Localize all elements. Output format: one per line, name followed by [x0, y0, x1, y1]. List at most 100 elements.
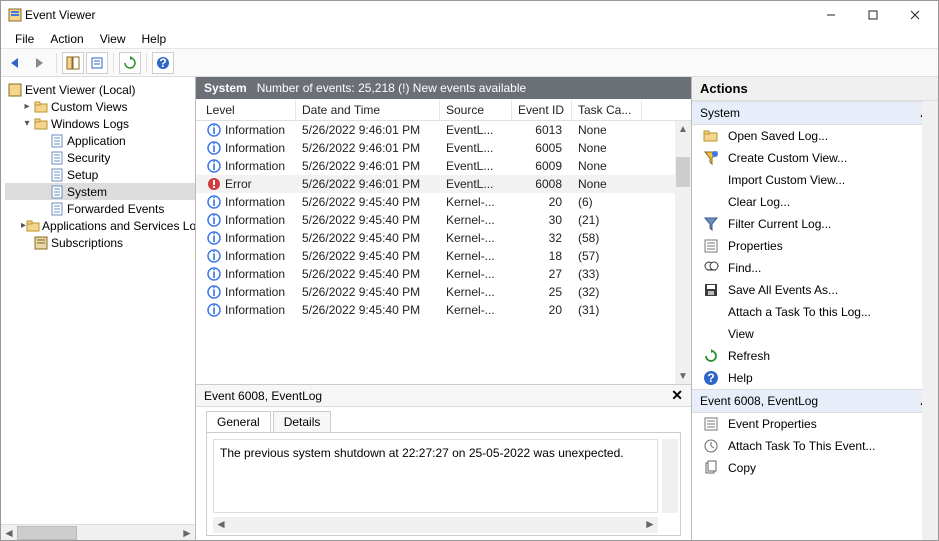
event-row[interactable]: iInformation5/26/2022 9:45:40 PMKernel-.… — [196, 301, 691, 319]
tree-item-security[interactable]: ·Security — [5, 149, 195, 166]
folder-open-icon — [702, 127, 720, 145]
save-icon — [702, 281, 720, 299]
tree-item-application[interactable]: · Application — [5, 132, 195, 149]
maximize-button[interactable] — [852, 1, 894, 29]
nav-back-button[interactable] — [5, 52, 27, 74]
cell-level: Information — [225, 267, 285, 281]
action-import-custom-view-[interactable]: Import Custom View... — [692, 169, 938, 191]
info-icon: i — [206, 302, 222, 318]
blank-icon — [702, 325, 720, 343]
cell-taskcat: None — [572, 174, 642, 194]
minimize-button[interactable] — [810, 1, 852, 29]
expand-icon[interactable]: · — [37, 135, 49, 146]
action-attach-a-task-to-this-log-[interactable]: Attach a Task To this Log... — [692, 301, 938, 323]
column-headers[interactable]: Level Date and Time Source Event ID Task… — [196, 99, 691, 121]
log-icon — [49, 167, 65, 183]
folder-icon — [33, 99, 49, 115]
cell-taskcat: (31) — [572, 300, 642, 320]
close-button[interactable] — [894, 1, 936, 29]
blank-icon — [702, 171, 720, 189]
actions-scrollbar[interactable] — [922, 101, 938, 540]
menu-view[interactable]: View — [92, 30, 134, 48]
action-properties[interactable]: Properties — [692, 235, 938, 257]
action-save-all-events-as-[interactable]: Save All Events As... — [692, 279, 938, 301]
tree-item-system[interactable]: · System — [5, 183, 195, 200]
tab-general[interactable]: General — [206, 411, 271, 432]
tab-details[interactable]: Details — [273, 411, 332, 432]
action-label: Help — [728, 371, 753, 385]
menu-help[interactable]: Help — [134, 30, 175, 48]
actions-pane: Actions System ▲ Open Saved Log...Create… — [692, 77, 938, 540]
cell-source: EventL... — [440, 156, 512, 176]
properties-button[interactable] — [86, 52, 108, 74]
tree-item-setup[interactable]: ·Setup — [5, 166, 195, 183]
blank-icon — [702, 303, 720, 321]
action-label: Attach a Task To this Log... — [728, 305, 871, 319]
menu-file[interactable]: File — [7, 30, 42, 48]
tree-root[interactable]: Event Viewer (Local) — [5, 81, 195, 98]
tree-label: System — [67, 185, 107, 199]
detail-close-button[interactable]: ✕ — [671, 387, 683, 404]
action-create-custom-view-[interactable]: Create Custom View... — [692, 147, 938, 169]
detail-horizontal-scrollbar[interactable]: ◄► — [213, 517, 658, 533]
col-datetime[interactable]: Date and Time — [296, 100, 440, 120]
action-clear-log-[interactable]: Clear Log... — [692, 191, 938, 213]
col-level[interactable]: Level — [200, 100, 296, 120]
expand-icon[interactable]: · — [37, 186, 49, 197]
help-button[interactable]: ? — [152, 52, 174, 74]
props-icon — [702, 415, 720, 433]
event-list[interactable]: iInformation5/26/2022 9:46:01 PMEventL..… — [196, 121, 691, 384]
tree-item-subscriptions[interactable]: ·Subscriptions — [5, 234, 195, 251]
cell-eventid: 32 — [512, 228, 572, 248]
event-detail-pane: Event 6008, EventLog ✕ General Details T… — [196, 384, 691, 540]
menubar: File Action View Help — [1, 29, 938, 49]
info-icon: i — [206, 158, 222, 174]
action-view[interactable]: View▶ — [692, 323, 938, 345]
col-taskcat[interactable]: Task Ca... — [572, 100, 642, 120]
blank-icon — [702, 193, 720, 211]
cell-source: Kernel-... — [440, 300, 512, 320]
cell-level: Information — [225, 141, 285, 155]
menu-action[interactable]: Action — [42, 30, 91, 48]
tree-item-applications-and-services-lo[interactable]: ▸Applications and Services Lo — [5, 217, 195, 234]
nav-forward-button[interactable] — [29, 52, 51, 74]
expand-icon[interactable]: · — [37, 169, 49, 180]
info-icon: i — [206, 194, 222, 210]
cell-datetime: 5/26/2022 9:46:01 PM — [296, 138, 440, 158]
actions-group-system[interactable]: System ▲ — [692, 101, 938, 125]
expand-icon[interactable]: · — [37, 152, 49, 163]
cell-source: EventL... — [440, 174, 512, 194]
tree-item-forwarded-events[interactable]: ·Forwarded Events — [5, 200, 195, 217]
actions-group-event[interactable]: Event 6008, EventLog ▲ — [692, 389, 938, 413]
info-icon: i — [206, 266, 222, 282]
info-icon: i — [206, 122, 222, 138]
detail-vertical-scrollbar[interactable] — [662, 439, 678, 513]
action-copy[interactable]: Copy▶ — [692, 457, 938, 479]
cell-eventid: 30 — [512, 210, 572, 230]
action-label: Event Properties — [728, 417, 817, 431]
action-help[interactable]: ?Help▶ — [692, 367, 938, 389]
event-list-scrollbar[interactable]: ▲ ▼ — [675, 121, 691, 384]
tree-item-custom-views[interactable]: ▸Custom Views — [5, 98, 195, 115]
action-label: Properties — [728, 239, 783, 253]
action-event-properties[interactable]: Event Properties — [692, 413, 938, 435]
tree-item-windows-logs[interactable]: ▾Windows Logs — [5, 115, 195, 132]
expand-icon[interactable]: · — [37, 203, 49, 214]
action-attach-task-to-this-event-[interactable]: Attach Task To This Event... — [692, 435, 938, 457]
action-open-saved-log-[interactable]: Open Saved Log... — [692, 125, 938, 147]
navigation-tree[interactable]: Event Viewer (Local) ▸Custom Views▾Windo… — [1, 77, 195, 524]
action-find-[interactable]: Find... — [692, 257, 938, 279]
actions-group-label: Event 6008, EventLog — [700, 394, 818, 408]
action-filter-current-log-[interactable]: Filter Current Log... — [692, 213, 938, 235]
col-eventid[interactable]: Event ID — [512, 100, 572, 120]
tree-label: Application — [67, 134, 126, 148]
action-refresh[interactable]: Refresh — [692, 345, 938, 367]
svg-text:i: i — [212, 159, 215, 173]
expand-icon[interactable]: ▸ — [21, 101, 33, 112]
refresh-button[interactable] — [119, 52, 141, 74]
show-hide-tree-button[interactable] — [62, 52, 84, 74]
col-source[interactable]: Source — [440, 100, 512, 120]
expand-icon[interactable]: ▾ — [21, 118, 33, 129]
expand-icon[interactable]: · — [21, 237, 33, 248]
tree-horizontal-scrollbar[interactable]: ◄ ► — [1, 524, 195, 540]
